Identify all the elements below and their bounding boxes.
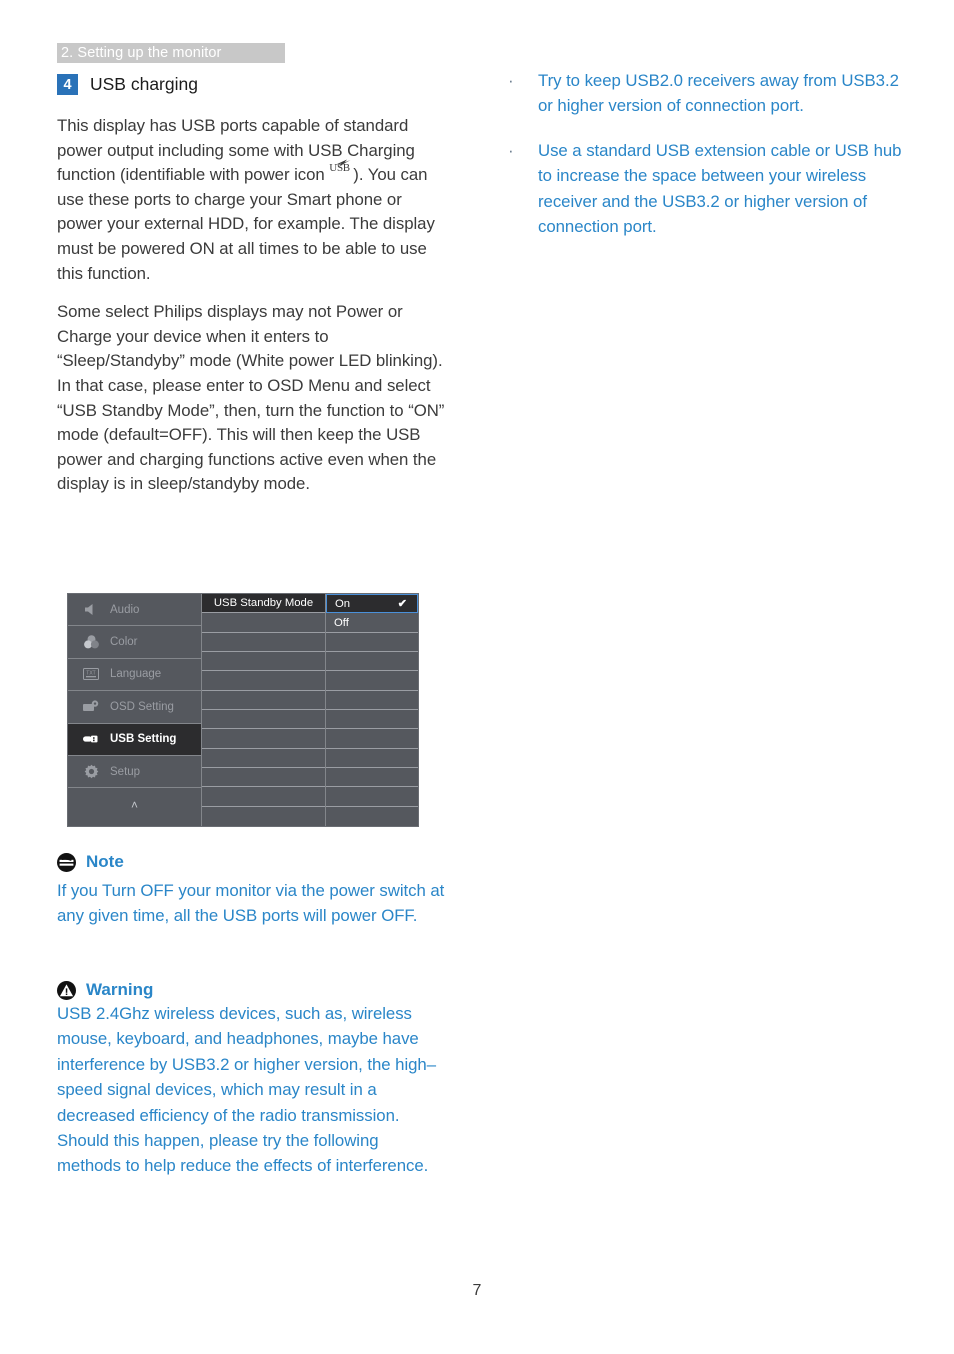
osd-empty-row bbox=[202, 691, 325, 710]
page-title: USB charging bbox=[90, 74, 198, 94]
osd-option-label: On bbox=[335, 597, 351, 610]
osd-item-label: OSD Setting bbox=[110, 700, 174, 713]
osd-menu-screenshot: Audio Color TXT Language OSD Setting USB… bbox=[67, 593, 419, 827]
osd-option-off[interactable]: Off bbox=[326, 613, 418, 633]
note-icon bbox=[57, 852, 76, 872]
paragraph-usb-ports: This display has USB ports capable of st… bbox=[57, 114, 447, 286]
warning-body: USB 2.4Ghz wireless devices, such as, wi… bbox=[57, 1004, 436, 1176]
osd-submenu-title: USB Standby Mode bbox=[202, 594, 325, 614]
right-column: · Try to keep USB2.0 receivers away from… bbox=[502, 68, 902, 258]
osd-item-usb-setting[interactable]: USB Setting bbox=[68, 723, 201, 756]
osd-empty-row bbox=[202, 671, 325, 691]
gear-icon bbox=[80, 764, 102, 779]
osd-item-language[interactable]: TXT Language bbox=[68, 659, 201, 692]
osd-empty-row bbox=[326, 729, 418, 749]
osd-empty-row bbox=[202, 729, 325, 749]
osd-item-color[interactable]: Color bbox=[68, 626, 201, 659]
note-title: Note bbox=[86, 852, 124, 871]
osd-empty-row bbox=[202, 710, 325, 730]
bullet-text: Use a standard USB extension cable or US… bbox=[538, 140, 902, 237]
note-header: Note bbox=[57, 852, 447, 872]
osd-empty-row bbox=[202, 613, 325, 633]
osd-options-column: On ✔ Off bbox=[326, 594, 418, 826]
osd-item-audio[interactable]: Audio bbox=[68, 594, 201, 627]
list-item: · Use a standard USB extension cable or … bbox=[502, 138, 902, 240]
osd-option-label: Off bbox=[334, 616, 349, 629]
text-language-icon: TXT bbox=[80, 668, 102, 681]
osd-empty-row bbox=[202, 652, 325, 672]
osd-empty-row bbox=[202, 807, 325, 826]
osd-option-on[interactable]: On ✔ bbox=[326, 594, 418, 614]
osd-empty-row bbox=[202, 749, 325, 768]
osd-empty-row bbox=[326, 710, 418, 730]
osd-empty-row bbox=[326, 749, 418, 768]
checkmark-icon: ✔ bbox=[397, 598, 407, 611]
warning-icon bbox=[57, 980, 76, 1000]
speaker-icon bbox=[80, 603, 102, 616]
usb-icon-label: USB bbox=[329, 161, 350, 174]
osd-empty-row bbox=[202, 768, 325, 788]
osd-sidebar: Audio Color TXT Language OSD Setting USB… bbox=[68, 594, 202, 826]
osd-scroll-up-button[interactable]: ˄ bbox=[68, 788, 201, 820]
osd-empty-row bbox=[326, 633, 418, 652]
chevron-up-icon: ˄ bbox=[130, 797, 138, 812]
osd-empty-row bbox=[202, 787, 325, 807]
note-callout: Note If you Turn OFF your monitor via th… bbox=[57, 852, 447, 929]
warning-title: Warning bbox=[86, 980, 154, 999]
osd-middle-column: USB Standby Mode bbox=[202, 594, 326, 826]
list-item: · Try to keep USB2.0 receivers away from… bbox=[502, 68, 902, 119]
tips-bullet-list: · Try to keep USB2.0 receivers away from… bbox=[502, 68, 902, 239]
osd-empty-row bbox=[326, 652, 418, 672]
usb-charging-icon: USB bbox=[329, 159, 353, 180]
osd-item-label: Setup bbox=[110, 765, 141, 778]
osd-empty-row bbox=[326, 807, 418, 826]
note-body: If you Turn OFF your monitor via the pow… bbox=[57, 881, 445, 926]
bullet-text: Try to keep USB2.0 receivers away from U… bbox=[538, 71, 899, 116]
warning-callout: Warning USB 2.4Ghz wireless devices, suc… bbox=[57, 980, 447, 1179]
osd-empty-row bbox=[326, 691, 418, 710]
chapter-header-bar: 2. Setting up the monitor bbox=[57, 43, 285, 63]
osd-submenu-title-label: USB Standby Mode bbox=[213, 597, 314, 610]
color-circles-icon bbox=[80, 635, 102, 649]
osd-item-setup[interactable]: Setup bbox=[68, 756, 201, 789]
osd-item-label: Color bbox=[110, 636, 138, 649]
osd-item-label: Language bbox=[110, 668, 162, 681]
section-heading: 4 USB charging bbox=[57, 74, 198, 95]
osd-item-label: Audio bbox=[110, 603, 140, 616]
osd-empty-row bbox=[326, 671, 418, 691]
osd-item-label: USB Setting bbox=[110, 733, 177, 746]
section-number-badge: 4 bbox=[57, 74, 78, 95]
osd-empty-row bbox=[202, 633, 325, 652]
page-number: 7 bbox=[472, 1282, 482, 1299]
bullet-marker-icon: · bbox=[508, 71, 514, 90]
bullet-marker-icon: · bbox=[508, 140, 514, 160]
manual-page: 2. Setting up the monitor 4 USB charging… bbox=[0, 0, 954, 1354]
osd-setting-icon bbox=[80, 700, 102, 713]
paragraph-standby-mode: Some select Philips displays may not Pow… bbox=[57, 302, 445, 494]
warning-header: Warning bbox=[57, 980, 447, 1000]
osd-item-osd-setting[interactable]: OSD Setting bbox=[68, 691, 201, 724]
osd-empty-row bbox=[326, 787, 418, 807]
svg-text:TXT: TXT bbox=[86, 671, 95, 677]
osd-empty-row bbox=[326, 768, 418, 788]
usb-setting-icon bbox=[80, 734, 102, 744]
left-column: This display has USB ports capable of st… bbox=[57, 114, 447, 511]
